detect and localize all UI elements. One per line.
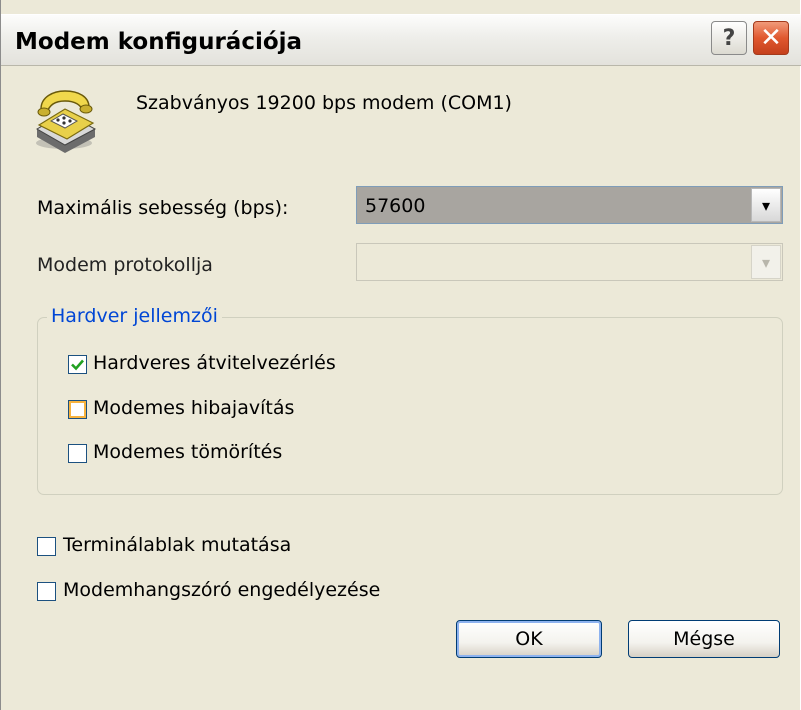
help-button[interactable]: ? (711, 21, 747, 55)
ok-button[interactable]: OK (456, 620, 602, 658)
terminal-window-label[interactable]: Terminálablak mutatása (63, 534, 291, 556)
hardware-features-legend: Hardver jellemzői (47, 305, 222, 327)
telephone-modem-icon (35, 90, 97, 153)
modem-compression-checkbox[interactable] (68, 444, 87, 463)
modem-protocol-select: ▾ (356, 243, 783, 281)
modem-error-correction-label[interactable]: Modemes hibajavítás (93, 397, 294, 419)
title-bar[interactable]: Modem konfigurációja ? ✕ (1, 14, 801, 66)
max-speed-label: Maximális sebesség (bps): (37, 197, 289, 219)
modem-compression-label[interactable]: Modemes tömörítés (93, 441, 282, 463)
modem-speaker-label[interactable]: Modemhangszóró engedélyezése (63, 579, 380, 601)
close-button[interactable]: ✕ (753, 21, 789, 55)
dialog-title: Modem konfigurációja (15, 29, 303, 55)
modem-speaker-checkbox[interactable] (37, 582, 56, 601)
modem-protocol-label: Modem protokollja (37, 254, 213, 276)
modem-name: Szabványos 19200 bps modem (COM1) (136, 92, 512, 114)
terminal-window-checkbox[interactable] (37, 537, 56, 556)
checkmark-icon (71, 359, 84, 371)
max-speed-select[interactable]: 57600 ▾ (356, 186, 783, 224)
hardware-flow-control-label[interactable]: Hardveres átvitelvezérlés (93, 352, 336, 374)
max-speed-value: 57600 (365, 195, 426, 217)
chevron-down-icon[interactable]: ▾ (751, 188, 781, 222)
modem-error-correction-checkbox[interactable] (68, 400, 87, 419)
chevron-down-icon: ▾ (751, 245, 781, 279)
cancel-button[interactable]: Mégse (628, 620, 780, 658)
modem-config-dialog: Modem konfigurációja ? ✕ Szabványos 1920… (0, 0, 801, 710)
hardware-flow-control-checkbox[interactable] (68, 355, 87, 374)
